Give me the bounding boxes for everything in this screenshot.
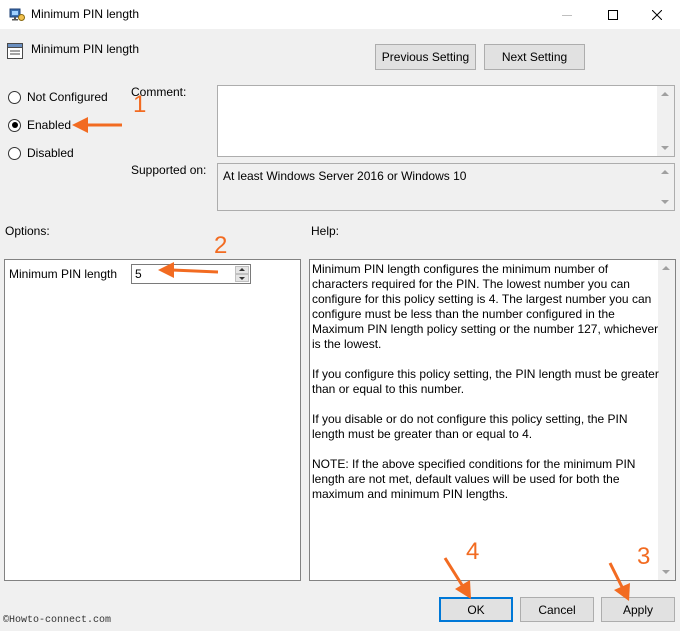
watermark: ©Howto-connect.com [3, 615, 112, 626]
annotation-overlay [72, 117, 630, 601]
annotation-number-2: 2 [214, 232, 228, 259]
arrow-3-icon [608, 562, 630, 601]
arrow-1-icon [72, 117, 122, 133]
annotation-number-1: 1 [133, 91, 147, 118]
annotation-number-3: 3 [637, 543, 651, 570]
arrow-2-icon [158, 262, 219, 278]
annotation-number-4: 4 [466, 538, 480, 565]
